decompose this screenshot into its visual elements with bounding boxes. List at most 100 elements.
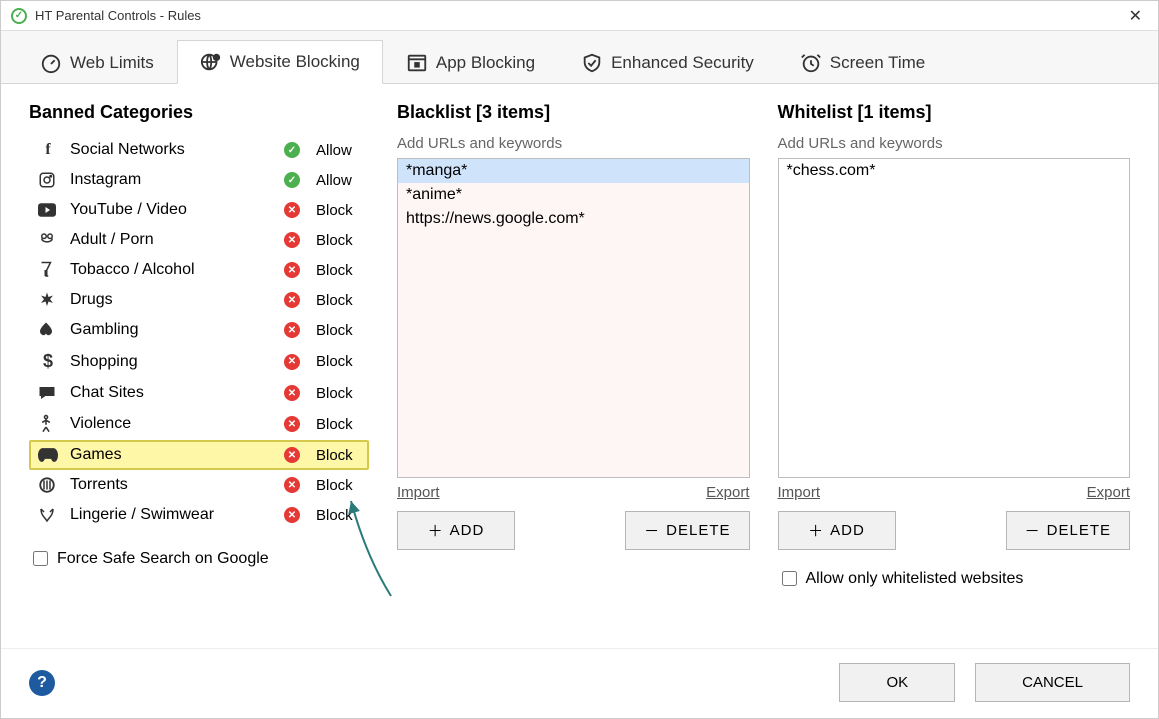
dialog-footer: ? OK CANCEL [1,648,1158,718]
banned-categories-panel: Banned Categories fSocial Networks✓Allow… [29,102,369,644]
cross-icon: ✕ [284,232,300,248]
category-row-games[interactable]: Games✕Block [29,440,369,470]
whitelist-listbox[interactable]: *chess.com* [778,158,1131,478]
tab-website-blocking[interactable]: Website Blocking [177,40,383,84]
category-row-youtube[interactable]: YouTube / Video✕Block [29,195,369,225]
gambling-icon [38,321,58,339]
blacklist-add-button[interactable]: ＋ ADD [397,511,515,550]
category-name: Shopping [70,353,272,371]
status-label: Block [316,292,360,309]
blacklist-heading: Blacklist [3 items] [397,102,750,123]
whitelist-add-button[interactable]: ＋ADD [778,511,896,550]
status-label: Block [316,477,360,494]
violence-icon [38,414,58,434]
ok-button[interactable]: OK [839,663,955,702]
category-row-lingerie[interactable]: Lingerie / Swimwear ✕ Block [29,500,369,530]
help-icon[interactable]: ? [29,670,55,696]
list-item[interactable]: *anime* [398,183,749,207]
status-label: Block [316,385,360,402]
category-name: Social Networks [70,141,272,159]
banned-heading: Banned Categories [29,102,369,123]
status-label: Allow [316,172,360,189]
whitelist-delete-button[interactable]: －DELETE [1006,511,1130,550]
tab-app-blocking[interactable]: App Blocking [383,40,558,84]
globe-gear-icon [200,51,222,73]
category-row-chat[interactable]: Chat Sites✕Block [29,378,369,408]
tab-label: Enhanced Security [611,53,754,73]
btn-label: ADD [450,522,485,539]
status-label: Block [316,353,360,370]
only-whitelist-checkbox[interactable] [782,571,797,586]
blacklist-delete-button[interactable]: －DELETE [625,511,749,550]
category-row-facebook[interactable]: fSocial Networks✓Allow [29,135,369,165]
safe-search-label: Force Safe Search on Google [57,550,269,568]
category-name: Tobacco / Alcohol [70,261,272,279]
category-row-instagram[interactable]: Instagram✓Allow [29,165,369,195]
category-row-drugs[interactable]: Drugs✕Block [29,285,369,315]
category-name: Adult / Porn [70,231,272,249]
whitelist-panel: Whitelist [1 items] Add URLs and keyword… [778,102,1131,644]
blacklist-listbox[interactable]: *manga**anime*https://news.google.com* [397,158,750,478]
blacklist-export-link[interactable]: Export [706,484,749,501]
blacklist-sub: Add URLs and keywords [397,135,750,152]
whitelist-import-link[interactable]: Import [778,484,821,501]
alcohol-icon [38,261,58,279]
tab-label: Screen Time [830,53,925,73]
tab-label: Website Blocking [230,52,360,72]
cross-icon: ✕ [284,447,300,463]
lingerie-icon [38,507,58,523]
tab-label: App Blocking [436,53,535,73]
status-label: Allow [316,142,360,159]
list-item[interactable]: *chess.com* [779,159,1130,183]
category-row-alcohol[interactable]: Tobacco / Alcohol ✕ Block [29,255,369,285]
status-label: Block [316,262,360,279]
minus-icon: － [644,520,660,541]
cross-icon: ✕ [284,385,300,401]
title-bar: ✓ HT Parental Controls - Rules ✕ [1,1,1158,31]
tab-enhanced-security[interactable]: Enhanced Security [558,40,777,84]
status-label: Block [316,507,360,524]
facebook-icon: f [38,141,58,159]
category-row-shopping[interactable]: $ Shopping ✕ Block [29,345,369,378]
status-label: Block [316,416,360,433]
cancel-button[interactable]: CANCEL [975,663,1130,702]
cross-icon: ✕ [284,292,300,308]
tab-screen-time[interactable]: Screen Time [777,40,948,84]
whitelist-sub: Add URLs and keywords [778,135,1131,152]
cross-icon: ✕ [284,507,300,523]
app-icon: ✓ [11,8,27,24]
cross-icon: ✕ [284,202,300,218]
only-whitelist-row[interactable]: Allow only whitelisted websites [778,568,1131,589]
category-row-gambling[interactable]: Gambling✕Block [29,315,369,345]
adult-icon [38,231,58,249]
tab-label: Web Limits [70,53,154,73]
safe-search-checkbox[interactable] [33,551,48,566]
cross-icon: ✕ [284,416,300,432]
category-name: Violence [70,415,272,433]
blacklist-import-link[interactable]: Import [397,484,440,501]
category-row-adult[interactable]: Adult / Porn✕Block [29,225,369,255]
tab-web-limits[interactable]: Web Limits [17,40,177,84]
list-item[interactable]: *manga* [398,159,749,183]
drugs-icon [38,291,58,309]
youtube-icon [38,203,58,217]
plus-icon: ＋ [428,520,444,541]
btn-label: ADD [830,522,865,539]
only-whitelist-label: Allow only whitelisted websites [806,570,1024,588]
content-area: Banned Categories fSocial Networks✓Allow… [1,84,1158,644]
cross-icon: ✕ [284,354,300,370]
whitelist-export-link[interactable]: Export [1087,484,1130,501]
status-label: Block [316,322,360,339]
category-row-torrents[interactable]: Torrents✕Block [29,470,369,500]
whitelist-heading: Whitelist [1 items] [778,102,1131,123]
status-label: Block [316,202,360,219]
category-name: Lingerie / Swimwear [70,506,272,524]
shopping-icon: $ [38,351,58,372]
close-icon[interactable]: ✕ [1123,6,1148,26]
list-item[interactable]: https://news.google.com* [398,207,749,231]
category-row-violence[interactable]: Violence ✕ Block [29,408,369,440]
category-name: Torrents [70,476,272,494]
instagram-icon [38,171,58,189]
safe-search-row[interactable]: Force Safe Search on Google [29,548,369,569]
cross-icon: ✕ [284,262,300,278]
